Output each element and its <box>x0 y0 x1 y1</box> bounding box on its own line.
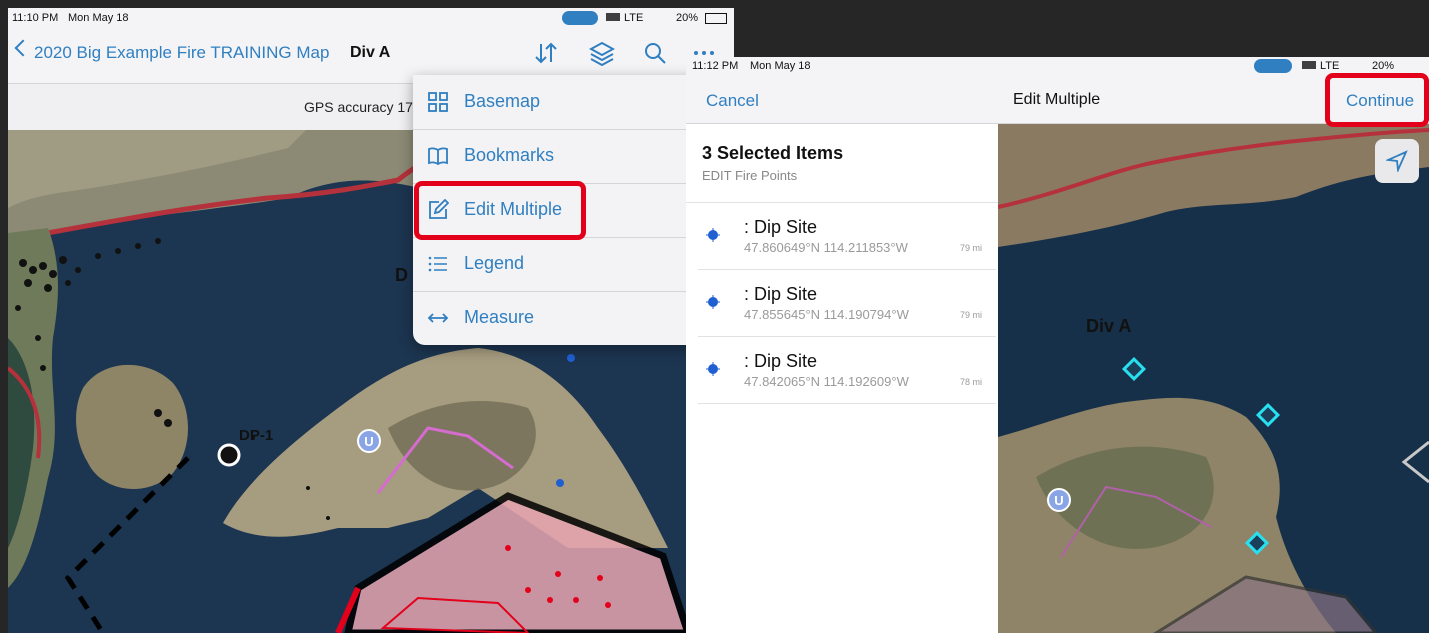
right-screenshot: Div A U 11:12 PM Mon May 18 LTE 20% Canc… <box>686 57 1429 633</box>
back-button[interactable]: 2020 Big Example Fire TRAINING Map <box>34 43 329 63</box>
battery-icon <box>705 13 727 24</box>
item-coordinates: 47.860649°N 114.211853°W <box>744 240 908 255</box>
map-label-dp1: DP-1 <box>239 427 273 444</box>
measure-arrows-icon <box>427 313 449 323</box>
menu-item-label: Measure <box>464 307 535 327</box>
menu-item-label: Legend <box>464 253 525 273</box>
status-date: Mon May 18 <box>68 12 129 24</box>
location-arrow-icon <box>1386 150 1408 172</box>
item-name: : Dip Site <box>744 351 818 371</box>
status-battery: 20% <box>676 12 699 24</box>
status-bar: 11:12 PM Mon May 18 LTE 20% <box>686 57 1429 75</box>
status-network: LTE <box>624 12 644 24</box>
navigation-bar: Cancel Edit Multiple Continue <box>686 75 1429 124</box>
status-time: 11:12 PM <box>692 60 739 72</box>
item-name: : Dip Site <box>744 217 818 237</box>
selection-heading: 3 Selected Items <box>702 143 844 163</box>
map-label-division: Div A <box>1086 316 1131 336</box>
list-item[interactable]: : Dip Site 47.855645°N 114.190794°W 79 m… <box>698 270 996 337</box>
status-bar: 11:10 PM Mon May 18 LTE 20% <box>8 8 734 28</box>
search-icon[interactable] <box>642 40 668 66</box>
menu-item-label: Bookmarks <box>464 145 555 165</box>
item-name: : Dip Site <box>744 284 818 304</box>
book-icon <box>428 147 448 166</box>
map-label-partial-division: D <box>395 265 408 285</box>
page-title: Edit Multiple <box>1013 91 1101 108</box>
list-item[interactable]: : Dip Site 47.842065°N 114.192609°W 78 m… <box>698 337 996 404</box>
continue-highlight <box>1325 73 1429 127</box>
gps-accuracy-text: GPS accuracy 17 <box>304 99 413 115</box>
signal-icon <box>1302 61 1316 69</box>
status-date: Mon May 18 <box>750 60 811 72</box>
locate-button[interactable] <box>1375 139 1419 183</box>
item-distance: 79 mi <box>959 310 982 320</box>
link-pill-icon <box>1254 59 1292 73</box>
selection-panel: 3 Selected Items EDIT Fire Points : Dip … <box>686 124 998 633</box>
unit-marker-label: U <box>364 434 373 449</box>
item-distance: 78 mi <box>959 377 982 387</box>
grid-icon <box>428 92 448 112</box>
map-title: Div A <box>350 44 391 61</box>
sort-icon[interactable] <box>533 41 559 67</box>
list-item[interactable]: : Dip Site 47.860649°N 114.211853°W 79 m… <box>698 203 996 270</box>
item-distance: 79 mi <box>959 243 982 253</box>
back-chevron-icon[interactable] <box>14 39 32 57</box>
status-network: LTE <box>1320 60 1340 72</box>
link-pill-icon <box>562 11 598 25</box>
menu-item-label: Basemap <box>464 91 541 111</box>
item-coordinates: 47.842065°N 114.192609°W <box>744 374 909 389</box>
signal-icon <box>606 13 620 21</box>
status-time: 11:10 PM <box>12 12 59 24</box>
unit-marker-label: U <box>1054 493 1063 508</box>
point-symbol-icon <box>706 295 720 309</box>
selection-layer: EDIT Fire Points <box>702 168 798 183</box>
status-battery: 20% <box>1372 60 1395 72</box>
layers-icon[interactable] <box>589 40 615 66</box>
point-symbol-icon <box>706 228 720 242</box>
cancel-button[interactable]: Cancel <box>706 91 759 111</box>
point-symbol-icon <box>706 362 720 376</box>
edit-multiple-highlight <box>414 181 586 240</box>
item-coordinates: 47.855645°N 114.190794°W <box>744 307 909 322</box>
list-icon <box>428 256 447 272</box>
